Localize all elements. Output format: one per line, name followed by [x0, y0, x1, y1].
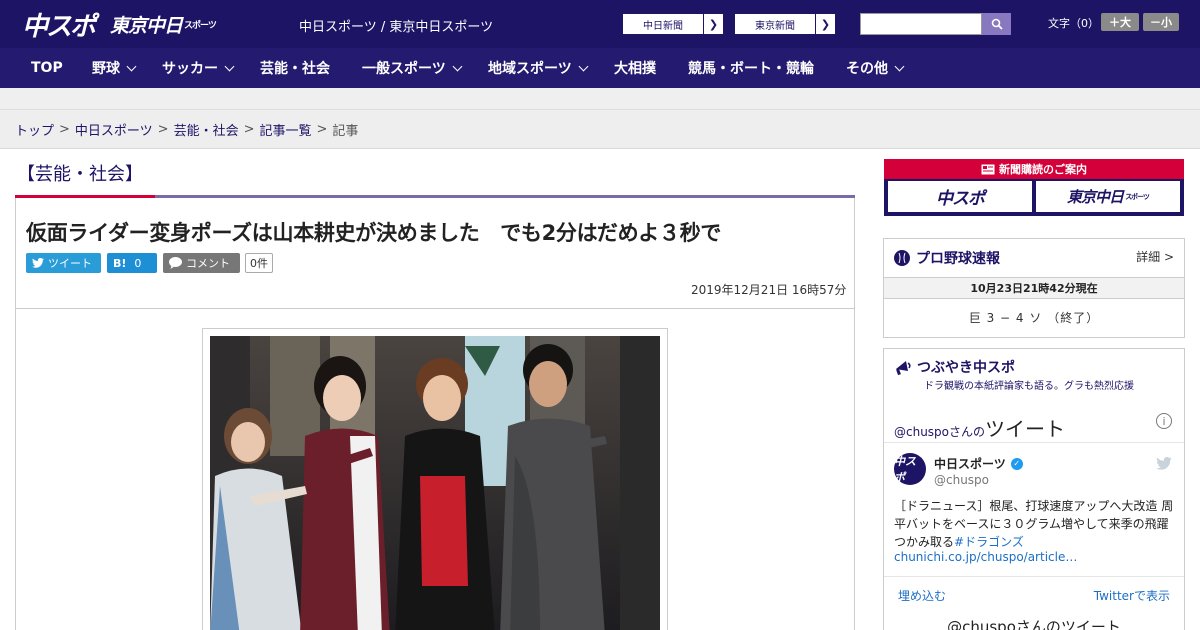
ad-band — [0, 88, 1200, 110]
tokyo-chunichi-logo[interactable]: 東京中日 スポーツ — [110, 9, 217, 39]
nav-item-racing[interactable]: 競馬・ボート・競輪 — [688, 48, 814, 88]
chevron-down-icon — [894, 61, 905, 71]
top-header: 中スポ 東京中日 スポーツ 中日スポーツ / 東京中日スポーツ 中日新聞 ❯ 東京… — [0, 0, 1200, 48]
nav-item-entertainment[interactable]: 芸能・社会 — [260, 48, 330, 88]
subscription-banner[interactable]: 新聞購読のご案内 中スポ 東京中日 スポーツ — [884, 159, 1184, 216]
comment-label: コメント — [186, 257, 230, 270]
timeline-footer: 埋め込む Twitterで表示 — [884, 576, 1184, 612]
breadcrumb-article-list[interactable]: 記事一覧 — [260, 120, 312, 139]
hatena-bookmark-button[interactable]: B! 0 — [107, 253, 157, 273]
baseball-title: プロ野球速報 — [894, 248, 1000, 268]
ext-link-label: 東京新聞 — [755, 20, 795, 32]
speech-bubble-icon — [169, 257, 182, 269]
breadcrumb-chuspo[interactable]: 中日スポーツ — [75, 120, 153, 139]
comment-count-badge: 0件 — [245, 253, 273, 273]
chevron-down-icon — [224, 61, 235, 71]
chevron-down-icon — [452, 61, 463, 71]
article-headline: 仮面ライダー変身ポーズは山本耕史が決めました でも2分はだめよ３秒で — [26, 221, 722, 245]
search-box — [860, 13, 1011, 35]
tweet-button[interactable]: ツイート — [26, 253, 101, 273]
search-button[interactable] — [982, 13, 1011, 35]
category-title: 【芸能・社会】 — [17, 164, 143, 185]
chunichi-shimbun-link[interactable]: 中日新聞 ❯ — [622, 13, 724, 35]
breadcrumb-entertainment[interactable]: 芸能・社会 — [174, 120, 239, 139]
timeline-header: @chuspoさんのツイート i — [884, 399, 1184, 443]
tweet-hashtag[interactable]: #ドラゴンズ — [954, 535, 1024, 549]
twitter-widget: つぶやき中スポ ドラ観戦の本紙評論家も語る。グラも熱烈応援 @chuspoさんの… — [883, 348, 1185, 630]
baseball-icon — [894, 250, 910, 266]
main-nav: TOP 野球 サッカー 芸能・社会 一般スポーツ 地域スポーツ 大相撲 競馬・ボ… — [0, 48, 1200, 88]
verified-badge-icon: ✓ — [1010, 457, 1023, 470]
chevron-right-icon: ❯ — [815, 14, 835, 34]
nav-item-baseball[interactable]: 野球 — [92, 48, 137, 88]
tweet-link[interactable]: chunichi.co.jp/chuspo/article… — [894, 550, 1077, 564]
article-divider — [16, 308, 854, 309]
avatar[interactable]: 中スポ — [894, 453, 926, 485]
embed-link[interactable]: 埋め込む — [898, 587, 946, 604]
breadcrumb-top[interactable]: トップ — [15, 120, 54, 139]
nav-item-other[interactable]: その他 — [846, 48, 905, 88]
view-on-twitter-link[interactable]: Twitterで表示 — [1094, 587, 1170, 604]
breadcrumb-current: 記事 — [332, 124, 359, 139]
article-date: 2019年12月21日 16時57分 — [691, 283, 847, 297]
baseball-detail-link[interactable]: 詳細 > — [1136, 248, 1174, 265]
timeline-title-secondary: @chuspoさんのツイート — [947, 618, 1121, 630]
subscribe-tokyo-chunichi-logo[interactable]: 東京中日 スポーツ — [1036, 181, 1180, 212]
nav-item-local-sports[interactable]: 地域スポーツ — [488, 48, 589, 88]
chevron-down-icon — [578, 61, 589, 71]
nav-item-top[interactable]: TOP — [31, 48, 63, 88]
photo-illustration — [210, 336, 660, 630]
ext-link-label: 中日新聞 — [643, 20, 683, 32]
nav-item-general-sports[interactable]: 一般スポーツ — [362, 48, 463, 88]
subscribe-chuspo-logo[interactable]: 中スポ — [888, 181, 1032, 212]
tweet-text: ［ドラニュース］根尾、打球速度アップへ大改造 周平バットをベースに３０グラム増や… — [894, 499, 1174, 549]
breadcrumb-separator: > — [243, 122, 255, 137]
site-title: 中日スポーツ / 東京中日スポーツ — [299, 20, 494, 35]
breadcrumb-separator: > — [316, 122, 328, 137]
chevron-down-icon — [126, 61, 137, 71]
chuspo-logo[interactable]: 中スポ — [22, 9, 96, 42]
search-input[interactable] — [860, 13, 982, 35]
search-icon — [991, 18, 1003, 30]
twitter-bird-icon — [32, 258, 44, 268]
tokyo-shimbun-link[interactable]: 東京新聞 ❯ — [734, 13, 836, 35]
font-size-label: 文字（0） — [1048, 17, 1099, 30]
megaphone-icon — [896, 361, 911, 376]
newspaper-icon — [981, 164, 995, 174]
chevron-right-icon: ❯ — [703, 14, 723, 34]
hatena-icon: B! — [113, 256, 127, 270]
nav-item-soccer[interactable]: サッカー — [162, 48, 235, 88]
timeline-title[interactable]: @chuspoさんのツイート — [894, 413, 1065, 442]
tweet-username[interactable]: @chuspo — [934, 473, 989, 487]
baseball-score[interactable]: 巨 3 − 4 ソ （終了） — [884, 309, 1184, 326]
article-photo[interactable] — [210, 336, 660, 630]
info-icon[interactable]: i — [1156, 413, 1172, 429]
breadcrumb: トップ > 中日スポーツ > 芸能・社会 > 記事一覧 > 記事 — [0, 111, 1200, 149]
subscription-header: 新聞購読のご案内 — [884, 159, 1184, 179]
tweet-account-name[interactable]: 中日スポーツ ✓ — [934, 455, 1023, 472]
tweet-label: ツイート — [48, 257, 92, 270]
nav-item-sumo[interactable]: 大相撲 — [614, 48, 656, 88]
hatena-count: 0 — [134, 256, 142, 270]
twitter-bird-icon[interactable] — [1156, 455, 1172, 474]
font-size-up-button[interactable]: ＋大 — [1101, 13, 1139, 31]
baseball-timestamp: 10月23日21時42分現在 — [884, 277, 1184, 299]
baseball-scores-widget: プロ野球速報 詳細 > 10月23日21時42分現在 巨 3 − 4 ソ （終了… — [883, 238, 1185, 338]
font-size-down-button[interactable]: －小 — [1143, 13, 1179, 31]
breadcrumb-separator: > — [59, 122, 70, 137]
breadcrumb-separator: > — [157, 122, 169, 137]
comment-button[interactable]: コメント — [163, 253, 240, 273]
tweets-subtitle: ドラ観戦の本紙評論家も語る。グラも熱烈応援 — [924, 381, 1134, 392]
tweets-title: つぶやき中スポ — [894, 357, 1015, 377]
